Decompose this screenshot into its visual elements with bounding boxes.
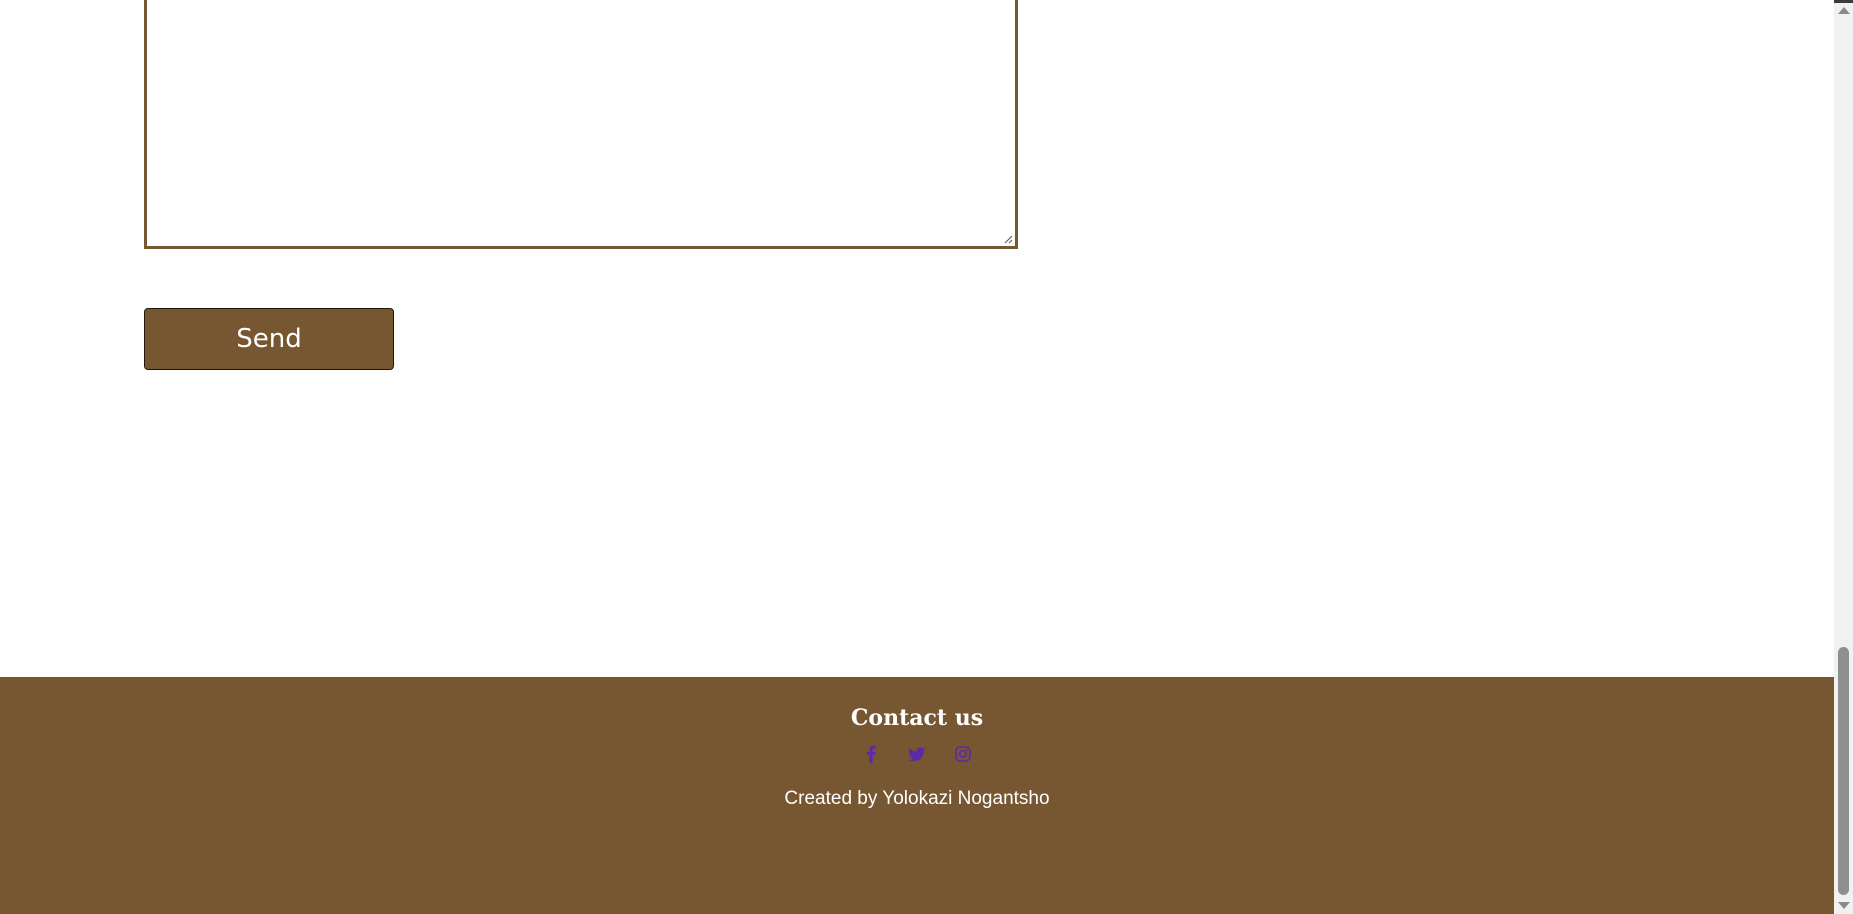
- instagram-icon[interactable]: [951, 742, 975, 766]
- facebook-icon[interactable]: [859, 742, 883, 766]
- social-links: [0, 742, 1834, 766]
- footer-title: Contact us: [850, 705, 984, 731]
- scrollbar-thumb[interactable]: [1838, 647, 1849, 895]
- scroll-down-icon[interactable]: [1838, 902, 1850, 909]
- footer: Contact us Created by Yolokazi Nogantsho: [0, 677, 1834, 914]
- send-button[interactable]: Send: [144, 308, 394, 370]
- message-textarea[interactable]: [144, 0, 1018, 249]
- vertical-scrollbar[interactable]: [1834, 3, 1853, 914]
- footer-credit: Created by Yolokazi Nogantsho: [784, 788, 1050, 809]
- resize-grip-icon[interactable]: [1003, 234, 1013, 244]
- scroll-up-icon[interactable]: [1838, 7, 1850, 14]
- page-content: Send Contact us Created by Yolokazi Noga…: [0, 0, 1834, 914]
- twitter-icon[interactable]: [905, 742, 929, 766]
